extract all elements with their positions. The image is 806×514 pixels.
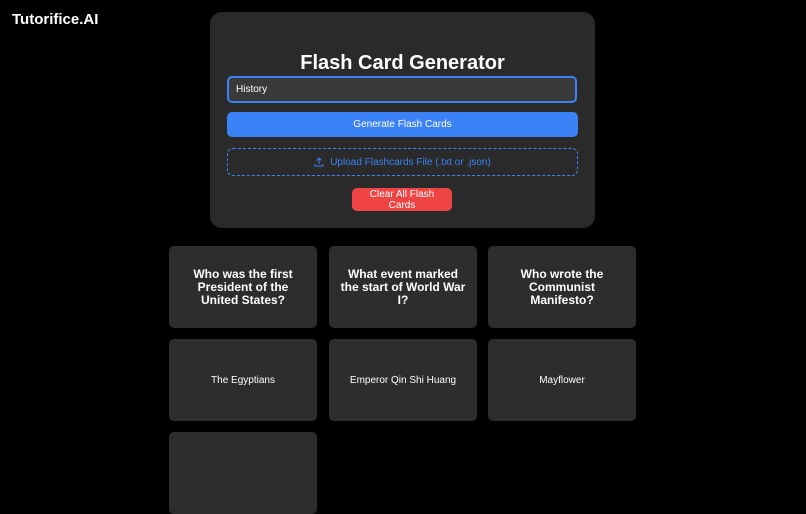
upload-button[interactable]: Upload Flashcards File (.txt or .json) [227, 148, 578, 176]
topic-input[interactable] [227, 76, 577, 103]
clear-all-button[interactable]: Clear All Flash Cards [352, 188, 452, 211]
generator-panel: Flash Card Generator Generate Flash Card… [210, 12, 595, 228]
flash-card[interactable]: Who wrote the Communist Manifesto? [488, 246, 636, 328]
upload-label: Upload Flashcards File (.txt or .json) [330, 156, 491, 168]
flash-card[interactable]: What event marked the start of World War… [329, 246, 477, 328]
generate-button[interactable]: Generate Flash Cards [227, 112, 578, 137]
panel-title: Flash Card Generator [300, 52, 505, 74]
card-answer: The Egyptians [211, 374, 275, 386]
flash-card[interactable]: Mayflower [488, 339, 636, 421]
upload-icon [314, 157, 324, 167]
card-question: Who wrote the Communist Manifesto? [520, 266, 604, 307]
flash-card-partial[interactable] [169, 432, 317, 514]
flash-card[interactable]: Emperor Qin Shi Huang [329, 339, 477, 421]
card-answer: Emperor Qin Shi Huang [349, 374, 457, 386]
brand-logo: Tutorifice.AI [12, 11, 99, 28]
flash-card[interactable]: The Egyptians [169, 339, 317, 421]
card-answer: Mayflower [539, 374, 585, 386]
card-question: Who was the first President of the Unite… [193, 266, 293, 307]
flash-card[interactable]: Who was the first President of the Unite… [169, 246, 317, 328]
card-question: What event marked the start of World War… [340, 266, 466, 307]
